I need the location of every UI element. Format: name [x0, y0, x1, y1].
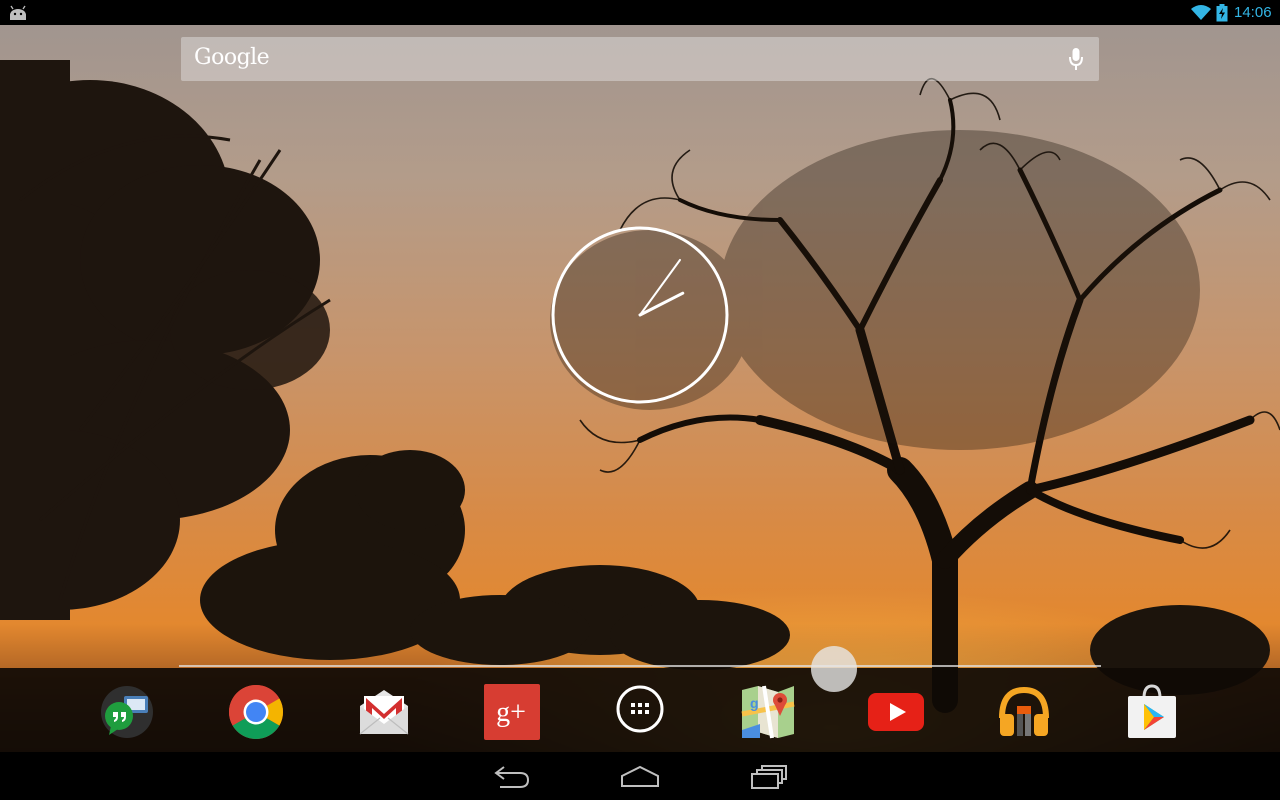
battery-charging-icon [1216, 4, 1228, 22]
navigation-bar [0, 752, 1280, 800]
all-apps-icon [616, 685, 664, 733]
dock-app-play-music[interactable] [996, 684, 1052, 740]
back-icon[interactable] [490, 764, 534, 790]
dock-app-play-store[interactable] [1124, 684, 1180, 740]
google-search-bar[interactable]: Google [181, 37, 1099, 81]
gmail-icon [359, 690, 409, 735]
android-debug-icon [10, 5, 26, 20]
home-icon[interactable] [618, 764, 662, 790]
dock-app-maps[interactable]: g [740, 684, 796, 740]
chrome-icon [228, 685, 284, 740]
dock-app-gmail[interactable] [356, 684, 412, 740]
dock-app-chrome[interactable] [228, 684, 284, 740]
recents-icon[interactable] [748, 764, 792, 790]
google-plus-icon: g+ [484, 684, 540, 740]
touch-indicator [811, 646, 857, 692]
dock-app-google-plus[interactable]: g+ [484, 684, 540, 740]
hangouts-icon [101, 686, 153, 738]
status-time: 14:06 [1234, 4, 1272, 21]
dock-divider [179, 665, 1101, 667]
status-bar: 14:06 [0, 0, 1280, 25]
clock-hour-hand [638, 291, 685, 317]
google-logo: Google [194, 45, 270, 70]
dock-app-youtube[interactable] [868, 684, 924, 740]
youtube-icon [868, 693, 924, 731]
play-music-icon [999, 686, 1049, 736]
wifi-icon [1191, 5, 1211, 20]
google-plus-label: g+ [496, 697, 526, 728]
microphone-icon[interactable] [1068, 47, 1084, 71]
maps-icon: g [741, 685, 795, 739]
play-store-icon [1128, 684, 1176, 738]
clock-minute-hand [639, 258, 681, 316]
analog-clock-widget[interactable] [550, 225, 730, 405]
dock-app-all-apps[interactable] [612, 684, 668, 740]
svg-text:g: g [750, 695, 759, 711]
dock-app-hangouts[interactable] [99, 684, 155, 740]
